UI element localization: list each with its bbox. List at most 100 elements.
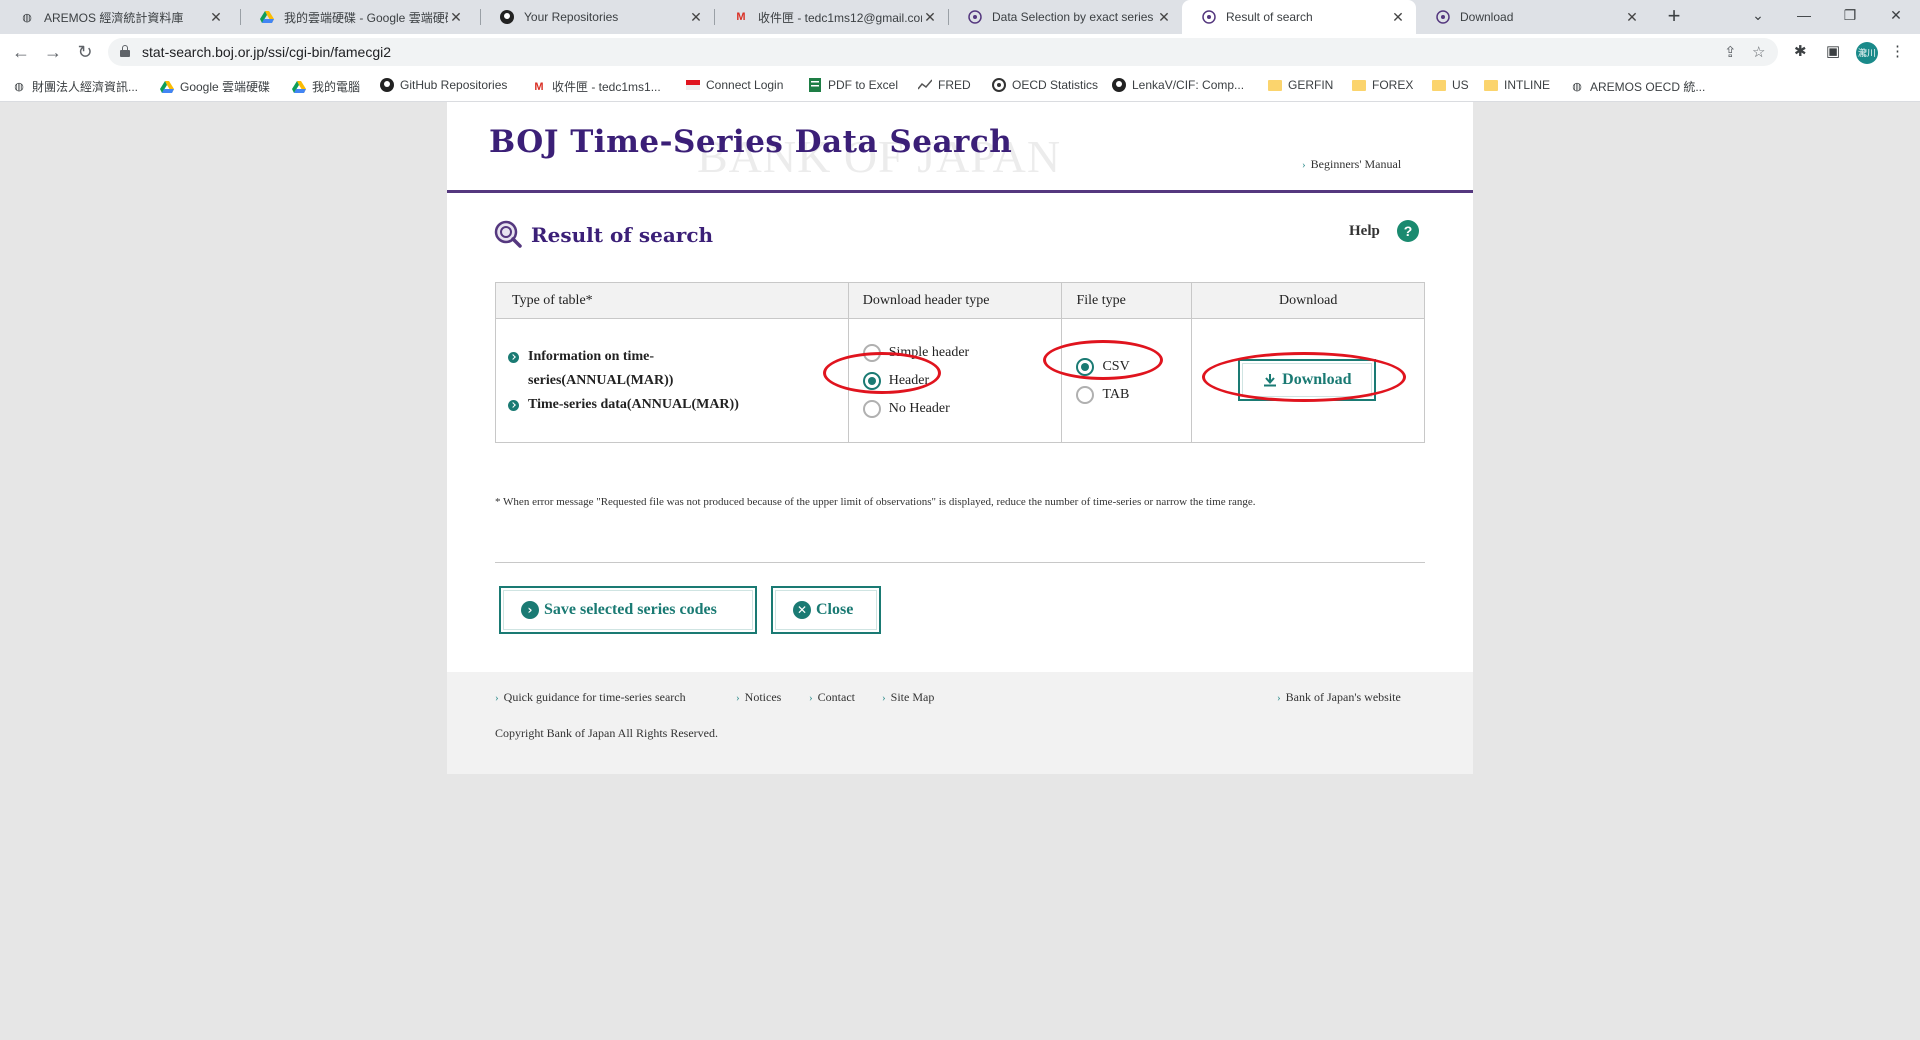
bookmark-item[interactable]: FOREX — [1352, 78, 1413, 92]
bookmark-label: 財團法人經濟資訊... — [32, 80, 139, 94]
bookmark-item[interactable]: INTLINE — [1484, 78, 1550, 92]
forward-icon[interactable]: → — [40, 40, 66, 66]
bookmark-item[interactable]: M 收件匣 - tedc1ms1... — [532, 78, 660, 95]
search-result-icon — [494, 220, 522, 248]
bookmark-item[interactable]: US — [1432, 78, 1469, 92]
table-row: Information on time-series(ANNUAL(MAR)) … — [495, 318, 1425, 443]
radio-tab[interactable]: TAB — [1062, 381, 1191, 409]
bookmark-label: AREMOS OECD 統... — [1590, 80, 1706, 94]
radio-header[interactable]: Header — [849, 367, 1062, 395]
bookmark-item[interactable]: ◍ 財團法人經濟資訊... — [12, 78, 138, 95]
list-item: Time-series data(ANNUAL(MAR)) — [506, 393, 848, 417]
radio-button[interactable] — [862, 399, 881, 418]
tab-label: Result of search — [1226, 10, 1313, 24]
close-icon[interactable]: ✕ — [1156, 9, 1172, 26]
download-icon — [1264, 374, 1277, 387]
site-title[interactable]: BOJ Time-Series Data Search — [489, 124, 1012, 160]
footer-link-label: Contact — [817, 690, 855, 704]
tab-label: AREMOS 經濟統計資料庫 — [44, 10, 184, 25]
browser-tab[interactable]: ◍ AREMOS 經濟統計資料庫 ✕ — [0, 0, 234, 34]
tab-search-icon[interactable]: ⌄ — [1735, 0, 1781, 34]
radio-no-header[interactable]: No Header — [849, 395, 1062, 423]
bullet-icon — [508, 399, 519, 411]
radio-button-checked[interactable] — [1076, 357, 1095, 376]
bookmark-item[interactable]: Connect Login — [686, 78, 783, 92]
close-icon[interactable]: ✕ — [688, 9, 704, 26]
browser-tab-active[interactable]: Result of search ✕ — [1182, 0, 1416, 34]
browser-tab[interactable]: Download ✕ — [1416, 0, 1650, 34]
chart-icon — [918, 78, 932, 92]
chevron-right-icon: › — [736, 692, 740, 704]
close-icon[interactable]: ✕ — [208, 9, 224, 26]
lock-icon — [120, 45, 130, 57]
help-icon[interactable]: ? — [1397, 220, 1419, 242]
bookmark-label: INTLINE — [1504, 78, 1551, 92]
close-icon[interactable]: ✕ — [1624, 9, 1640, 26]
radio-simple-header[interactable]: Simple header — [849, 339, 1062, 367]
site-footer: › Quick guidance for time-series search ›… — [447, 672, 1473, 774]
reload-icon[interactable]: ↻ — [72, 40, 98, 66]
footer-link[interactable]: › Quick guidance for time-series search — [495, 690, 686, 705]
google-drive-icon — [160, 80, 174, 94]
restore-icon[interactable]: ❐ — [1827, 0, 1873, 34]
browser-tab[interactable]: M 收件匣 - tedc1ms12@gmail.com ✕ — [714, 0, 948, 34]
radio-button[interactable] — [862, 343, 881, 362]
bookmark-label: 我的電腦 — [312, 80, 361, 94]
avatar[interactable]: 瀧川 — [1856, 42, 1878, 64]
radio-button[interactable] — [1076, 385, 1095, 404]
bookmark-item[interactable]: OECD Statistics — [992, 78, 1098, 92]
url-text[interactable]: stat-search.boj.or.jp/ssi/cgi-bin/famecg… — [142, 44, 391, 60]
bookmark-item[interactable]: ◍ AREMOS OECD 統... — [1570, 78, 1705, 95]
folder-icon — [1432, 78, 1446, 92]
close-button[interactable]: ✕ Close — [771, 586, 881, 634]
bookmark-item[interactable]: LenkaV/CIF: Comp... — [1112, 78, 1244, 92]
extensions-icon[interactable]: ✱ — [1794, 42, 1807, 60]
back-icon[interactable]: ← — [8, 40, 34, 66]
browser-toolbar: ← → ↻ stat-search.boj.or.jp/ssi/cgi-bin/… — [0, 34, 1920, 70]
globe-icon: ◍ — [14, 81, 24, 93]
new-tab-icon[interactable]: + — [1660, 2, 1688, 32]
bookmark-item[interactable]: GERFIN — [1268, 78, 1333, 92]
table-type-label: Time-series data(ANNUAL(MAR)) — [528, 396, 739, 412]
folder-icon — [1352, 78, 1366, 92]
radio-csv[interactable]: CSV — [1062, 353, 1191, 381]
footer-link-label: Notices — [744, 690, 782, 704]
download-button[interactable]: Download — [1238, 359, 1377, 401]
address-bar[interactable]: stat-search.boj.or.jp/ssi/cgi-bin/famecg… — [108, 38, 1778, 66]
page-content: BANK OF JAPAN BOJ Time-Series Data Searc… — [447, 102, 1473, 774]
gmail-icon: M — [736, 11, 746, 23]
bookmark-item[interactable]: 我的電腦 — [292, 78, 360, 95]
footer-link[interactable]: › Contact — [809, 690, 855, 705]
help-link[interactable]: Help — [1349, 223, 1380, 240]
download-options-table: Type of table* Download header type File… — [495, 282, 1425, 443]
close-window-icon[interactable]: ✕ — [1873, 0, 1919, 34]
column-header: File type — [1061, 282, 1193, 319]
browser-tab[interactable]: 我的雲端硬碟 - Google 雲端硬碟 ✕ — [240, 0, 474, 34]
radio-button-checked[interactable] — [862, 371, 881, 390]
close-icon[interactable]: ✕ — [922, 9, 938, 26]
side-panel-icon[interactable]: ▣ — [1826, 42, 1840, 60]
bookmark-item[interactable]: PDF to Excel — [808, 78, 898, 92]
close-icon[interactable]: ✕ — [448, 9, 464, 26]
menu-icon[interactable]: ⋮ — [1890, 42, 1905, 60]
beginners-manual-label: Beginners' Manual — [1310, 157, 1402, 171]
bookmark-item[interactable]: FRED — [918, 78, 971, 92]
footer-link[interactable]: › Site Map — [882, 690, 934, 705]
site-header: BANK OF JAPAN BOJ Time-Series Data Searc… — [447, 102, 1473, 191]
bookmark-item[interactable]: GitHub Repositories — [380, 78, 507, 92]
footer-link-label: Quick guidance for time-series search — [503, 690, 686, 704]
save-series-codes-button[interactable]: › Save selected series codes — [499, 586, 757, 634]
browser-tab[interactable]: Your Repositories ✕ — [480, 0, 714, 34]
minimize-icon[interactable]: — — [1781, 0, 1827, 34]
footer-link[interactable]: › Notices — [736, 690, 781, 705]
share-icon[interactable]: ⇪ — [1724, 43, 1737, 61]
bookmark-label: FOREX — [1372, 78, 1414, 92]
browser-tab[interactable]: Data Selection by exact series ✕ — [948, 0, 1182, 34]
boj-website-link[interactable]: › Bank of Japan's website — [1277, 690, 1401, 705]
globe-icon: ◍ — [22, 11, 32, 24]
bookmark-item[interactable]: Google 雲端硬碟 — [160, 78, 270, 95]
bookmark-star-icon[interactable]: ☆ — [1752, 43, 1765, 61]
page-title: Result of search — [531, 223, 714, 247]
beginners-manual-link[interactable]: › Beginners' Manual — [1302, 157, 1401, 172]
close-icon[interactable]: ✕ — [1390, 9, 1406, 26]
